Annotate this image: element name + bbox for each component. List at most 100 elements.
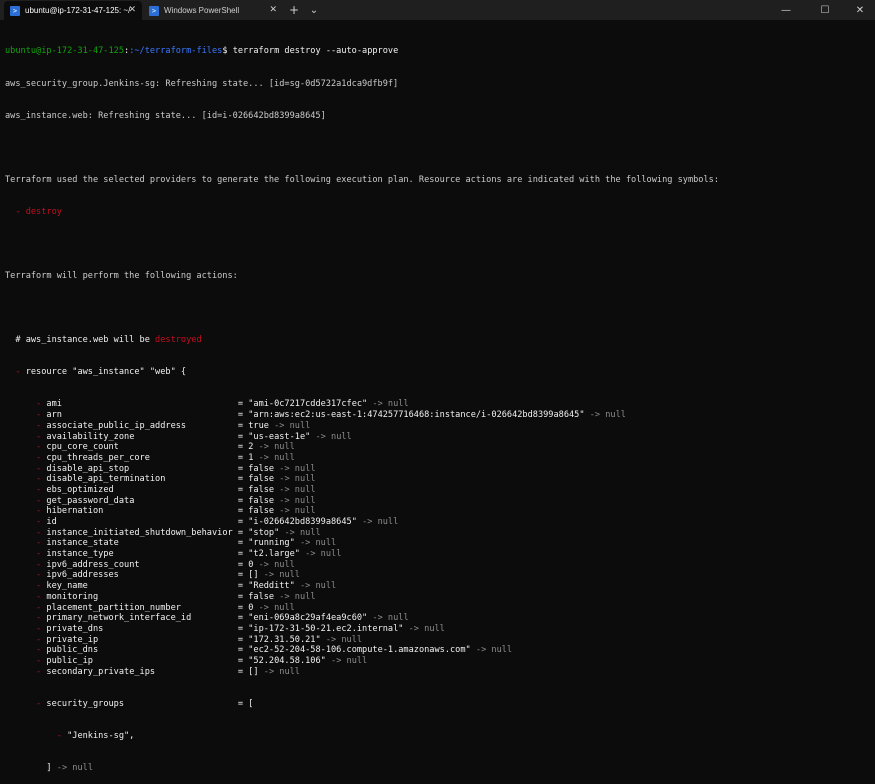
attribute-row: - cpu_threads_per_core = 1 -> null (5, 452, 295, 463)
attribute-row: - placement_partition_number = 0 -> null (5, 602, 295, 613)
tab-dropdown-button[interactable]: ⌄ (304, 0, 324, 20)
attribute-value: false (248, 474, 275, 485)
destroyed-status: destroyed (155, 335, 202, 346)
attribute-name: arn (46, 410, 62, 421)
attribute-value: [] (248, 570, 259, 581)
attribute-name: cpu_threads_per_core (46, 452, 150, 463)
attribute-value: "ec2-52-204-58-106.compute-1.amazonaws.c… (248, 645, 471, 656)
attribute-name: primary_network_interface_id (46, 613, 192, 624)
attribute-name: associate_public_ip_address (46, 420, 187, 431)
attribute-row: - disable_api_stop = false -> null (5, 463, 316, 474)
command-line: ubuntu@ip-172-31-47-125::~/terraform-fil… (5, 46, 399, 57)
attribute-row: - ebs_optimized = false -> null (5, 484, 316, 495)
security-group-item: - "Jenkins-sg", (5, 730, 135, 741)
attribute-name: ami (46, 399, 62, 410)
attribute-row: - arn = "arn:aws:ec2:us-east-1:474257716… (5, 410, 626, 421)
attribute-row: - id = "i-026642bd8399a8645" -> null (5, 517, 399, 527)
attribute-value: "ami-0c7217cdde317cfec" (248, 399, 368, 410)
attribute-row: - private_ip = "172.31.50.21" -> null (5, 634, 363, 645)
attribute-value: false (248, 484, 275, 495)
resource-header: - resource "aws_instance" "web" { (5, 367, 187, 378)
attribute-list: - ami = "ami-0c7217cdde317cfec" -> null … (5, 399, 873, 677)
attribute-value: "running" (248, 538, 295, 549)
tab-title: Windows PowerShell (164, 6, 240, 15)
attribute-name: ebs_optimized (46, 484, 114, 495)
attribute-row: - ami = "ami-0c7217cdde317cfec" -> null (5, 399, 409, 410)
prompt-path: :~/terraform-files (129, 46, 223, 57)
attribute-value: "172.31.50.21" (248, 634, 321, 645)
attribute-row: - ipv6_address_count = 0 -> null (5, 559, 295, 570)
plan-intro-text: Terraform used the selected providers to… (5, 174, 719, 185)
prompt-user: ubuntu@ip-172-31-47-125 (5, 46, 124, 57)
attribute-name: instance_type (46, 549, 114, 560)
attribute-name: id (46, 517, 57, 527)
attribute-name: instance_state (46, 538, 119, 549)
attribute-name: availability_zone (46, 431, 135, 442)
prompt-symbol: $ (222, 46, 233, 57)
attribute-value: "stop" (248, 527, 280, 538)
attribute-name: disable_api_termination (46, 474, 166, 485)
terminal-icon: > (10, 5, 20, 16)
attribute-row: - monitoring = false -> null (5, 591, 316, 602)
attribute-name: placement_partition_number (46, 602, 181, 613)
attribute-value: "arn:aws:ec2:us-east-1:474257716468:inst… (248, 410, 585, 421)
resource-comment: # aws_instance.web will be destroyed (5, 335, 202, 346)
attribute-name: hibernation (46, 506, 104, 517)
attribute-value: "i-026642bd8399a8645" (248, 517, 357, 527)
tab-close-icon[interactable]: ✕ (269, 4, 277, 15)
attribute-row: - get_password_data = false -> null (5, 495, 316, 506)
tab-windows-powershell[interactable]: > Windows PowerShell ✕ (143, 1, 283, 20)
tab-close-icon[interactable]: ✕ (128, 4, 136, 15)
attribute-value: "us-east-1e" (248, 431, 311, 442)
attribute-name: monitoring (46, 591, 99, 602)
attribute-row: - availability_zone = "us-east-1e" -> nu… (5, 431, 352, 442)
attribute-row: - instance_type = "t2.large" -> null (5, 549, 342, 560)
attribute-row: - public_dns = "ec2-52-204-58-106.comput… (5, 645, 513, 656)
security-groups-close: ] -> null (46, 762, 93, 773)
attribute-name: ipv6_addresses (46, 570, 119, 581)
attribute-value: [] (248, 666, 259, 677)
attribute-value: false (248, 506, 275, 517)
close-window-button[interactable]: ✕ (845, 0, 875, 20)
attribute-row: - instance_state = "running" -> null (5, 538, 337, 549)
symbol-legend: - destroy (5, 206, 62, 217)
attribute-row: - associate_public_ip_address = true -> … (5, 420, 311, 431)
attribute-name: public_ip (46, 655, 93, 666)
maximize-button[interactable]: ☐ (810, 0, 840, 20)
attribute-name: key_name (46, 581, 88, 592)
attribute-row: - disable_api_termination = false -> nul… (5, 474, 316, 485)
attribute-row: - public_ip = "52.204.58.106" -> null (5, 655, 368, 666)
perform-text: Terraform will perform the following act… (5, 271, 238, 282)
attribute-name: private_dns (46, 623, 104, 634)
attribute-name: instance_initiated_shutdown_behavior (46, 527, 233, 538)
attribute-row: - primary_network_interface_id = "eni-06… (5, 613, 409, 624)
attribute-value: true (248, 420, 269, 431)
attribute-name: disable_api_stop (46, 463, 130, 474)
attribute-value: "ip-172-31-50-21.ec2.internal" (248, 623, 404, 634)
attribute-row: - instance_initiated_shutdown_behavior =… (5, 527, 321, 538)
attribute-value: "Redditt" (248, 581, 295, 592)
attribute-value: false (248, 495, 275, 506)
tab-ubuntu-terminal[interactable]: > ubuntu@ip-172-31-47-125: ~/ ✕ (4, 1, 142, 20)
attribute-row: - key_name = "Redditt" -> null (5, 581, 337, 592)
attribute-value: "t2.large" (248, 549, 300, 560)
security-groups-line: - security_groups = [ (5, 698, 254, 709)
terminal-output[interactable]: ubuntu@ip-172-31-47-125::~/terraform-fil… (5, 25, 873, 784)
attribute-name: get_password_data (46, 495, 135, 506)
attribute-value: false (248, 463, 275, 474)
command-text: terraform destroy --auto-approve (232, 46, 399, 57)
new-tab-button[interactable]: + (283, 0, 305, 20)
attribute-row: - cpu_core_count = 2 -> null (5, 442, 295, 453)
attribute-row: - private_dns = "ip-172-31-50-21.ec2.int… (5, 623, 445, 634)
attribute-name: private_ip (46, 634, 99, 645)
attribute-name: secondary_private_ips (46, 666, 156, 677)
attribute-value: false (248, 591, 275, 602)
attribute-row: - ipv6_addresses = [] -> null (5, 570, 300, 581)
attribute-name: public_dns (46, 645, 99, 656)
refresh-line: aws_instance.web: Refreshing state... [i… (5, 110, 326, 121)
attribute-name: ipv6_address_count (46, 559, 140, 570)
attribute-value: "eni-069a8c29af4ea9c60" (248, 613, 368, 624)
attribute-row: - hibernation = false -> null (5, 506, 316, 517)
attribute-name: cpu_core_count (46, 442, 119, 453)
minimize-button[interactable]: — (771, 0, 801, 20)
